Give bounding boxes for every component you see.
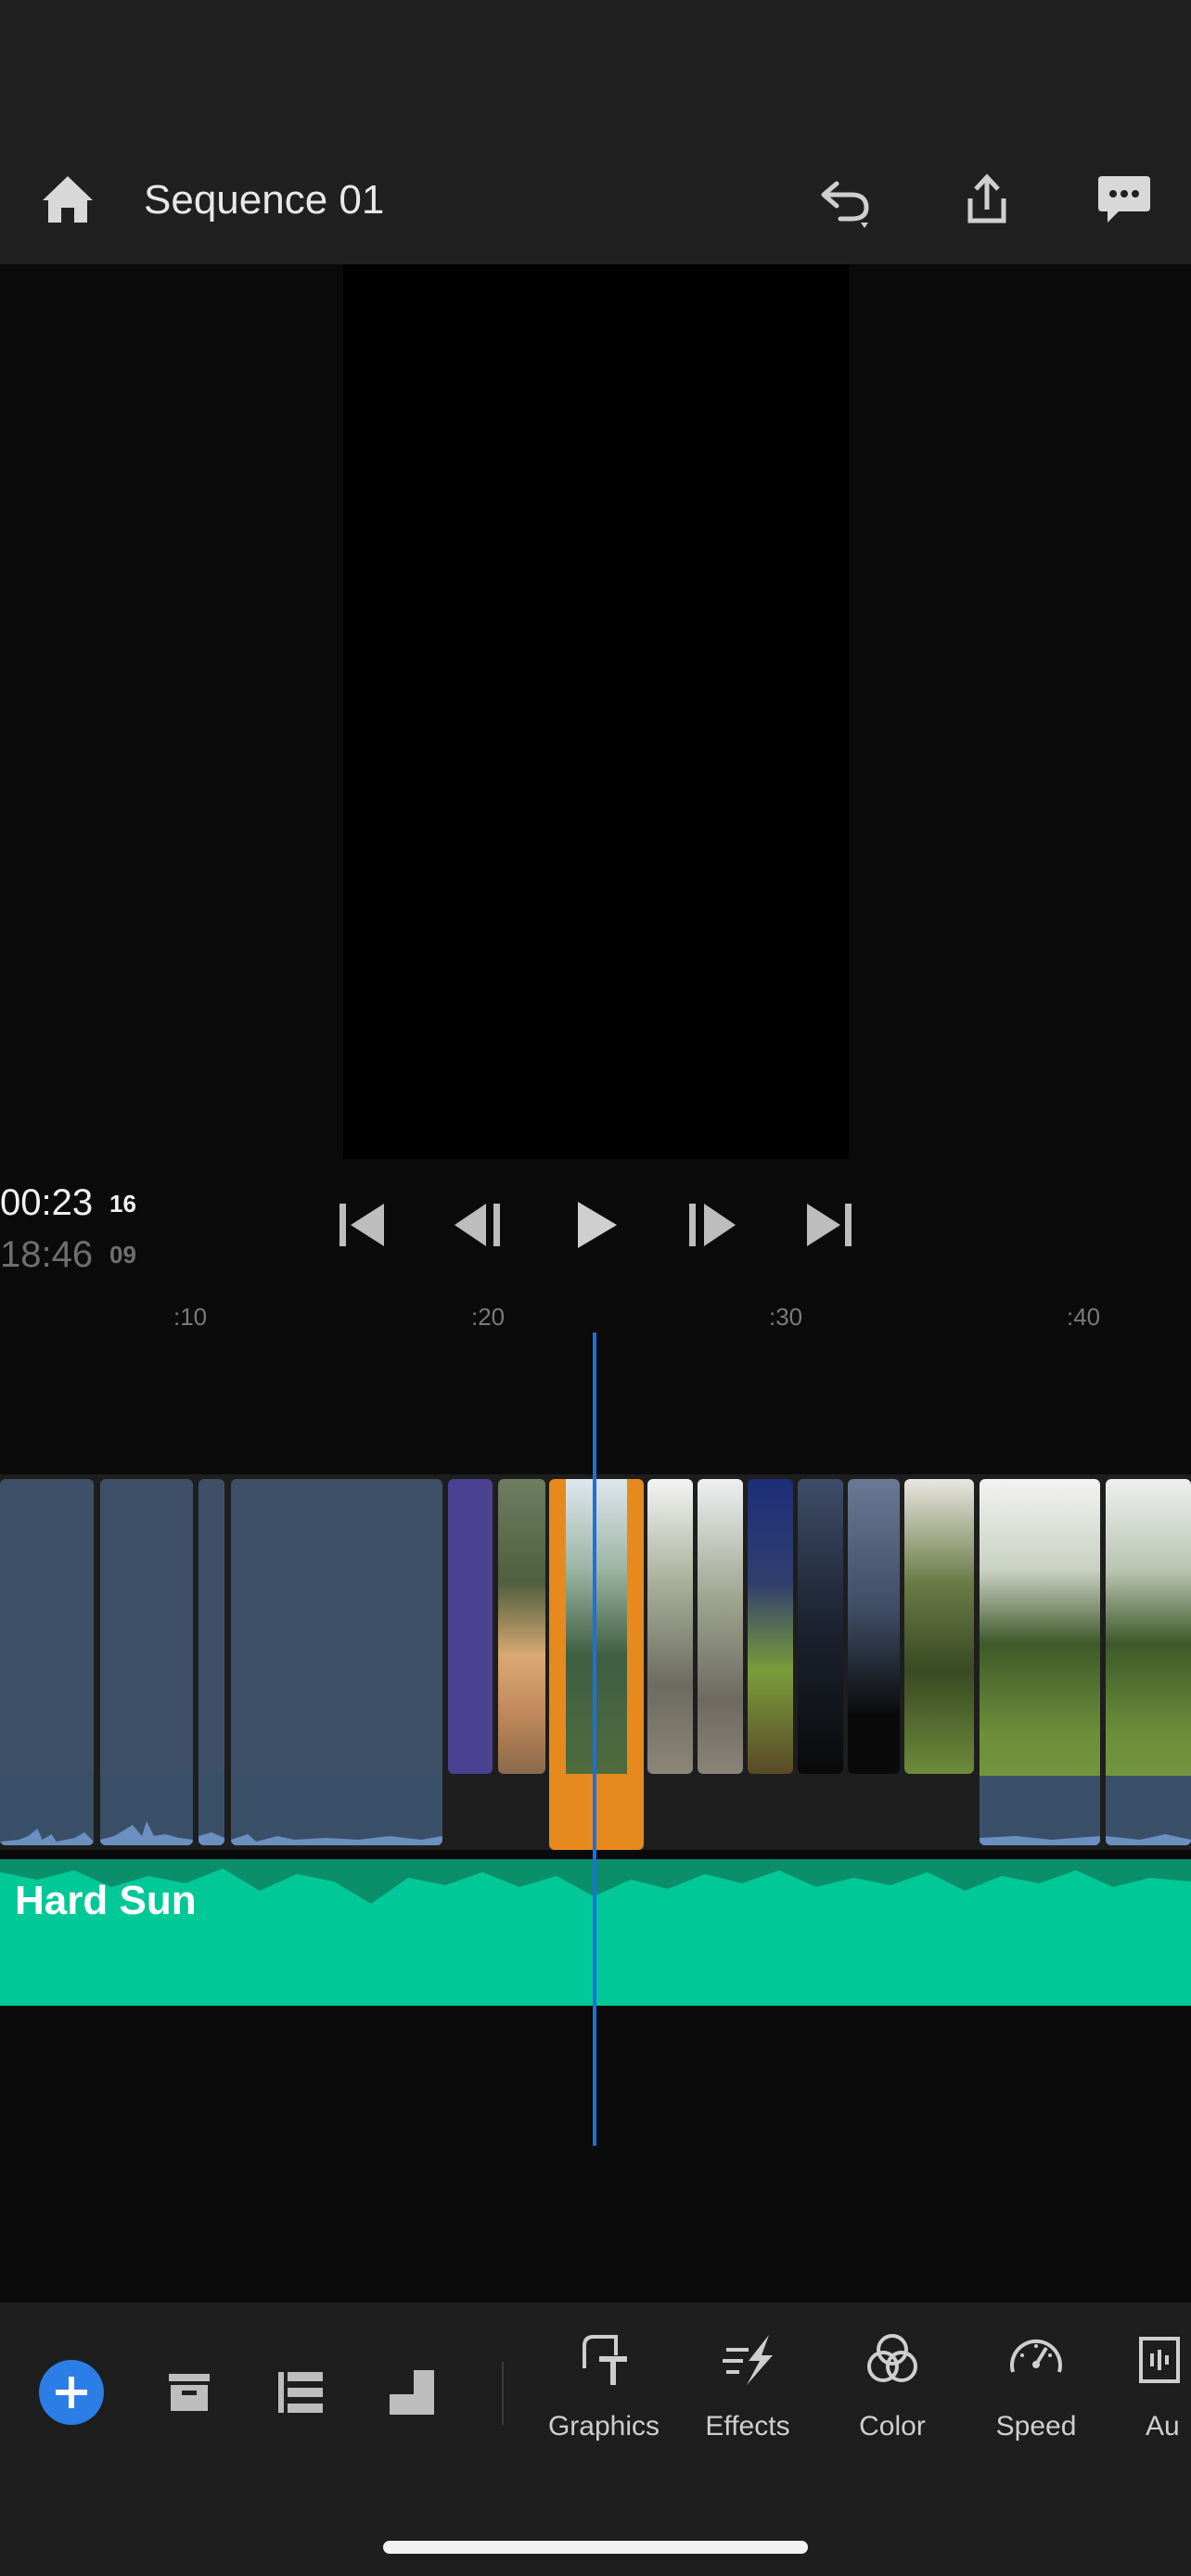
ruler-tick: :30 [769, 1303, 803, 1331]
step-back-icon [455, 1204, 500, 1246]
archive-icon [169, 2374, 210, 2411]
step-back-button[interactable] [447, 1192, 512, 1257]
video-clip[interactable] [848, 1479, 900, 1774]
video-preview[interactable] [343, 264, 849, 1159]
current-timecode: 00:23 [0, 1182, 94, 1223]
video-clip[interactable] [1106, 1479, 1191, 1845]
color-tool[interactable]: Color [823, 2327, 962, 2457]
video-clip[interactable] [698, 1479, 743, 1774]
play-icon [578, 1202, 617, 1248]
comments-icon [1098, 176, 1150, 223]
color-label: Color [859, 2411, 926, 2442]
layers-panel-button[interactable] [271, 2363, 330, 2422]
toolbar-divider [502, 2362, 504, 2425]
audio-label: Au [1146, 2411, 1180, 2442]
speed-label: Speed [995, 2411, 1077, 2442]
status-bar-area [0, 0, 1191, 148]
skip-to-end-icon [807, 1204, 852, 1246]
selected-clip[interactable] [549, 1479, 644, 1850]
graphics-label: Graphics [547, 2411, 660, 2442]
step-forward-button[interactable] [678, 1192, 743, 1257]
video-clip[interactable] [980, 1479, 1100, 1845]
home-icon [43, 176, 93, 223]
color-icon [867, 2334, 917, 2382]
speed-icon [1010, 2339, 1062, 2373]
home-button[interactable] [35, 167, 100, 232]
share-icon [967, 173, 1006, 223]
video-clip[interactable] [100, 1479, 193, 1845]
page-title: Sequence 01 [144, 177, 385, 223]
undo-icon [821, 181, 869, 228]
total-frames: 09 [109, 1241, 136, 1269]
aspect-ratio-button[interactable] [382, 2363, 442, 2422]
project-panel-button[interactable] [160, 2363, 219, 2422]
video-clip[interactable] [798, 1479, 843, 1774]
undo-button[interactable] [809, 165, 883, 239]
video-clip[interactable] [647, 1479, 693, 1774]
list-icon [278, 2372, 323, 2413]
skip-to-start-icon [339, 1204, 384, 1246]
step-forward-icon [689, 1204, 736, 1246]
video-clip[interactable] [0, 1479, 94, 1845]
audio-icon [1139, 2337, 1180, 2383]
title-clip[interactable] [448, 1479, 493, 1774]
ruler-tick: :20 [471, 1303, 506, 1331]
current-frames: 16 [109, 1190, 136, 1218]
audio-tool[interactable]: Au [1111, 2327, 1191, 2457]
share-button[interactable] [950, 165, 1024, 239]
play-button[interactable] [563, 1192, 628, 1257]
speed-tool[interactable]: Speed [967, 2327, 1106, 2457]
effects-icon [723, 2335, 773, 2385]
effects-label: Effects [705, 2411, 790, 2442]
comments-button[interactable] [1087, 165, 1161, 239]
music-track-label: Hard Sun [15, 1878, 197, 1923]
effects-tool[interactable]: Effects [678, 2327, 817, 2457]
home-indicator [383, 2541, 808, 2554]
video-clip[interactable] [498, 1479, 545, 1774]
aspect-ratio-icon [390, 2370, 434, 2415]
playhead[interactable] [593, 1333, 596, 2146]
plus-icon [56, 2377, 87, 2408]
go-to-start-button[interactable] [330, 1192, 395, 1257]
video-clip[interactable] [904, 1479, 974, 1774]
go-to-end-button[interactable] [796, 1192, 861, 1257]
graphics-icon [583, 2335, 627, 2385]
video-clip[interactable] [231, 1479, 442, 1845]
graphics-tool[interactable]: Graphics [534, 2327, 673, 2457]
ruler-tick: :10 [173, 1303, 208, 1331]
total-duration: 18:46 [0, 1234, 94, 1275]
ruler-tick: :40 [1067, 1303, 1101, 1331]
add-media-button[interactable] [39, 2360, 104, 2425]
video-clip[interactable] [748, 1479, 793, 1774]
video-clip[interactable] [198, 1479, 224, 1845]
